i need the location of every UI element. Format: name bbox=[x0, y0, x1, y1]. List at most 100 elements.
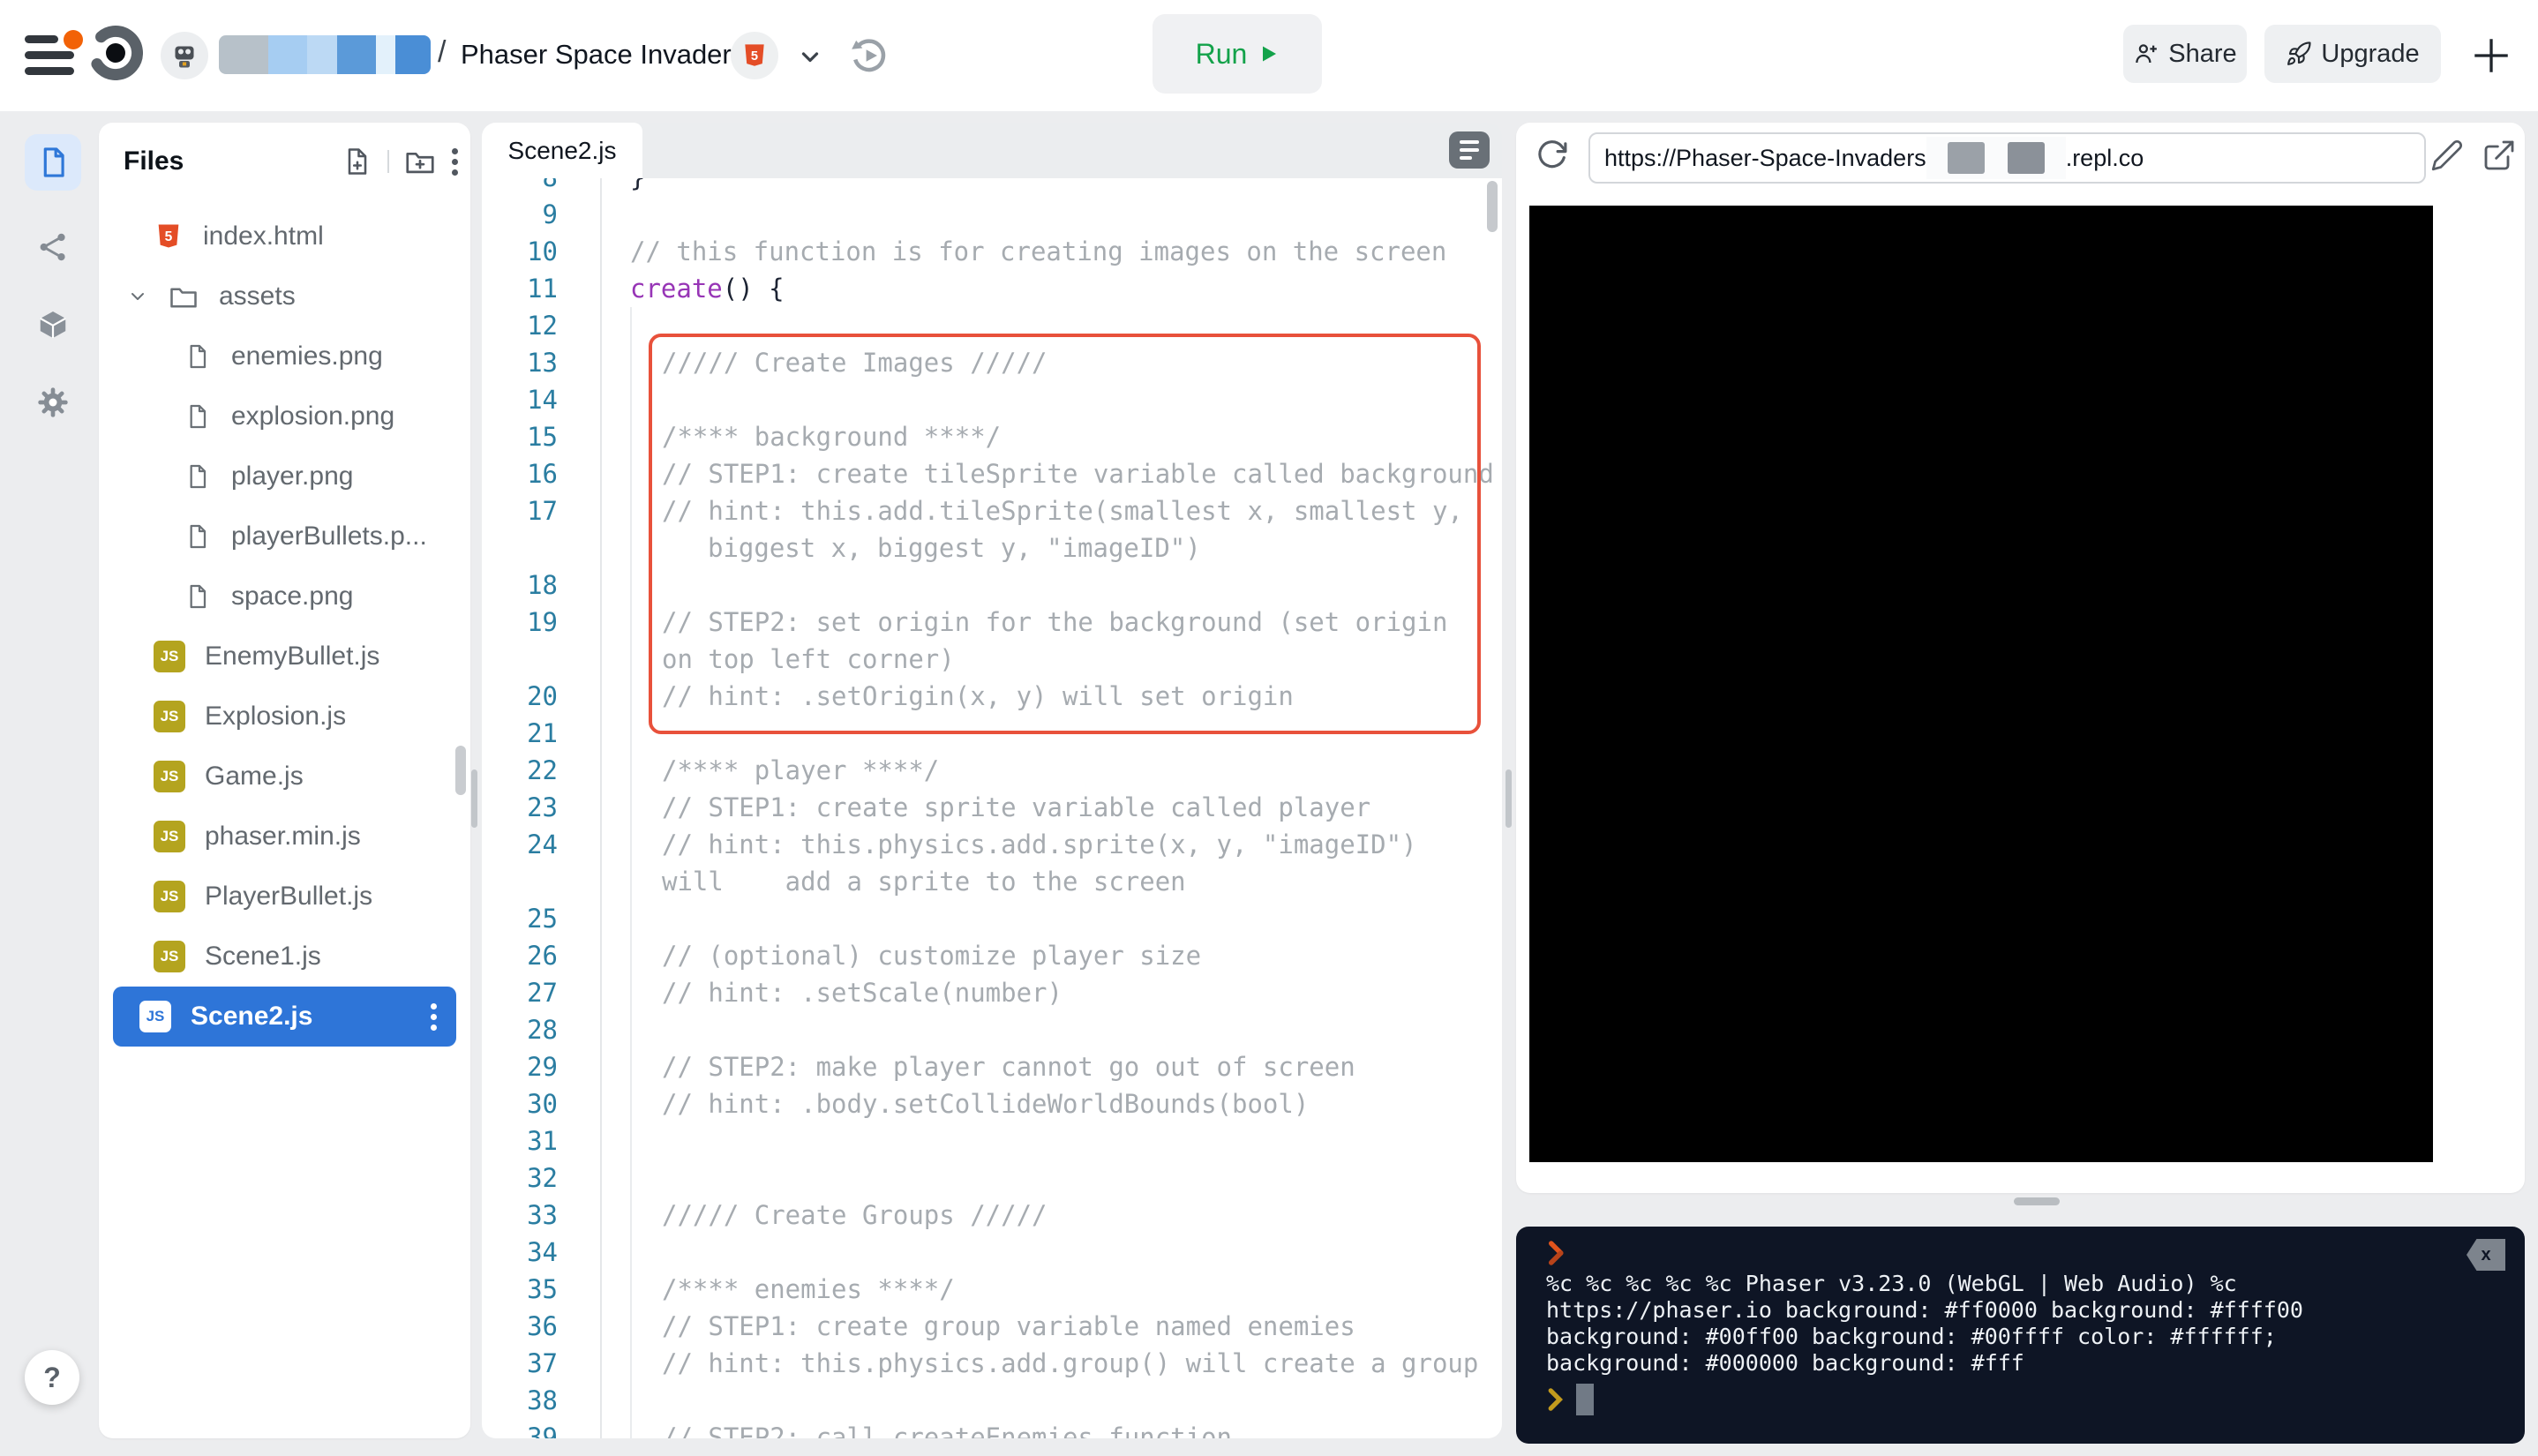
sidebar-item-packages[interactable] bbox=[25, 296, 81, 353]
code-line: 21 bbox=[482, 715, 1502, 752]
file-kebab-icon[interactable] bbox=[430, 1003, 437, 1031]
upgrade-label: Upgrade bbox=[2321, 40, 2419, 69]
code-line: 31 bbox=[482, 1122, 1502, 1160]
file-label: PlayerBullet.js bbox=[205, 882, 372, 912]
edit-url-pencil-icon[interactable] bbox=[2430, 139, 2464, 172]
file-row-scene1-js[interactable]: JS Scene1.js bbox=[99, 927, 470, 987]
console-panel[interactable]: x %c %c %c %c %c Phaser v3.23.0 (WebGL |… bbox=[1516, 1227, 2525, 1444]
file-row-index-html[interactable]: 5 index.html bbox=[99, 206, 470, 266]
code-line: 39// STEP2: call createEnemies function bbox=[482, 1419, 1502, 1438]
code-line: 36// STEP1: create group variable named … bbox=[482, 1308, 1502, 1345]
gear-icon bbox=[35, 385, 71, 420]
code-line: 37// hint: this.physics.add.group() will… bbox=[482, 1345, 1502, 1382]
url-prefix: https://Phaser-Space-Invaders bbox=[1604, 145, 1926, 172]
file-row-player-png[interactable]: player.png bbox=[99, 447, 470, 507]
code-line: 33///// Create Groups ///// bbox=[482, 1197, 1502, 1234]
add-file-icon[interactable] bbox=[342, 146, 373, 177]
code-line: 27// hint: .setScale(number) bbox=[482, 974, 1502, 1011]
sidebar-item-settings[interactable] bbox=[25, 374, 81, 431]
code-line: 24// hint: this.physics.add.sprite(x, y,… bbox=[482, 826, 1502, 863]
code-line: 10// this function is for creating image… bbox=[482, 233, 1502, 270]
help-button[interactable]: ? bbox=[25, 1350, 79, 1405]
file-label: enemies.png bbox=[231, 341, 383, 372]
file-row-game-js[interactable]: JS Game.js bbox=[99, 747, 470, 807]
file-row-playerbullets-png[interactable]: playerBullets.p... bbox=[99, 507, 470, 567]
editor-scrollbar[interactable] bbox=[1487, 181, 1498, 232]
console-log-line: %c %c %c %c %c Phaser v3.23.0 (WebGL | W… bbox=[1546, 1271, 2303, 1297]
upgrade-button[interactable]: Upgrade bbox=[2264, 25, 2441, 83]
file-label: explosion.png bbox=[231, 402, 394, 432]
run-label: Run bbox=[1196, 38, 1248, 71]
code-line: 14 bbox=[482, 381, 1502, 418]
person-plus-icon bbox=[2133, 41, 2159, 67]
user-avatar[interactable] bbox=[161, 32, 208, 79]
editor-preview-resize-handle[interactable] bbox=[1506, 769, 1512, 828]
code-line: 20// hint: .setOrigin(x, y) will set ori… bbox=[482, 678, 1502, 715]
open-external-icon[interactable] bbox=[2482, 138, 2517, 173]
share-button[interactable]: Share bbox=[2123, 25, 2247, 83]
code-editor[interactable]: 8} 9 10// this function is for creating … bbox=[482, 178, 1502, 1438]
notification-dot bbox=[64, 30, 83, 49]
files-scrollbar[interactable] bbox=[455, 746, 466, 795]
share-nodes-icon bbox=[36, 230, 70, 264]
code-line: 25 bbox=[482, 900, 1502, 937]
refresh-icon[interactable] bbox=[1534, 137, 1571, 174]
files-editor-resize-handle[interactable] bbox=[471, 769, 477, 828]
code-line: 17// hint: this.add.tileSprite(smallest … bbox=[482, 492, 1502, 529]
code-line: 8} bbox=[482, 178, 1502, 196]
file-row-space-png[interactable]: space.png bbox=[99, 567, 470, 627]
new-tab-plus-icon[interactable] bbox=[2469, 34, 2513, 78]
history-icon[interactable] bbox=[845, 32, 893, 79]
editor-panel: Scene2.js 8} 9 10// this function is for… bbox=[482, 123, 1502, 1438]
file-row-playerbullet-js[interactable]: JS PlayerBullet.js bbox=[99, 867, 470, 927]
code-line: 11create() { bbox=[482, 270, 1502, 307]
code-line: 34 bbox=[482, 1234, 1502, 1271]
preview-console-resize-handle[interactable] bbox=[2014, 1197, 2060, 1205]
console-input-row[interactable] bbox=[1546, 1384, 1594, 1415]
file-label: phaser.min.js bbox=[205, 822, 361, 852]
js-file-icon: JS bbox=[154, 821, 185, 852]
cube-icon bbox=[36, 308, 70, 341]
code-line: 22/**** player ****/ bbox=[482, 752, 1502, 789]
breadcrumb-separator: / bbox=[438, 35, 446, 70]
code-line-wrap: will add a sprite to the screen bbox=[482, 863, 1502, 900]
sidebar-item-files[interactable] bbox=[25, 134, 81, 191]
game-canvas[interactable] bbox=[1529, 206, 2433, 1162]
file-label: Explosion.js bbox=[205, 702, 346, 732]
folder-icon bbox=[168, 281, 199, 312]
code-line: 29// STEP2: make player cannot go out of… bbox=[482, 1048, 1502, 1085]
add-folder-icon[interactable] bbox=[403, 145, 437, 178]
file-row-enemybullet-js[interactable]: JS EnemyBullet.js bbox=[99, 627, 470, 687]
js-file-icon: JS bbox=[154, 701, 185, 732]
chevron-down-icon[interactable] bbox=[794, 41, 826, 72]
file-generic-icon bbox=[184, 402, 212, 431]
console-log-line: background: #00ff00 background: #00ffff … bbox=[1546, 1324, 2303, 1350]
console-output: %c %c %c %c %c Phaser v3.23.0 (WebGL | W… bbox=[1546, 1271, 2303, 1377]
file-row-explosion-png[interactable]: explosion.png bbox=[99, 387, 470, 447]
rocket-icon bbox=[2286, 41, 2312, 67]
console-log-line: background: #000000 background: #fff bbox=[1546, 1350, 2303, 1377]
file-row-phaser-min-js[interactable]: JS phaser.min.js bbox=[99, 807, 470, 867]
folder-row-assets[interactable]: assets bbox=[99, 266, 470, 326]
file-row-explosion-js[interactable]: JS Explosion.js bbox=[99, 687, 470, 747]
project-title[interactable]: Phaser Space Invaders bbox=[461, 39, 745, 71]
files-menu-kebab-icon[interactable] bbox=[451, 148, 458, 176]
hamburger-menu-icon[interactable] bbox=[25, 35, 74, 76]
file-generic-icon bbox=[184, 582, 212, 611]
tab-scene2-js[interactable]: Scene2.js bbox=[482, 123, 642, 178]
run-button[interactable]: Run bbox=[1153, 14, 1322, 94]
username-redacted bbox=[219, 35, 431, 74]
header-divider bbox=[387, 150, 389, 173]
clear-console-icon[interactable]: x bbox=[2467, 1239, 2505, 1271]
code-line: 28 bbox=[482, 1011, 1502, 1048]
sidebar-item-version-control[interactable] bbox=[25, 219, 81, 275]
url-input[interactable]: https://Phaser-Space-Invaders .repl.co bbox=[1588, 132, 2426, 184]
svg-text:5: 5 bbox=[751, 49, 758, 64]
format-code-button[interactable] bbox=[1449, 131, 1490, 169]
code-line: 18 bbox=[482, 567, 1502, 604]
files-panel: Files 5 bbox=[99, 123, 470, 1438]
file-row-enemies-png[interactable]: enemies.png bbox=[99, 326, 470, 387]
file-row-scene2-js-selected[interactable]: JS Scene2.js bbox=[113, 987, 456, 1047]
code-line-wrap: on top left corner) bbox=[482, 641, 1502, 678]
replit-logo-icon[interactable] bbox=[88, 26, 143, 80]
